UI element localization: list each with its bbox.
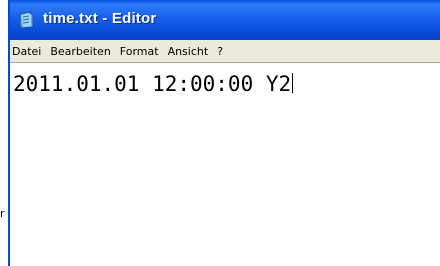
title-bar[interactable]: time.txt - Editor — [10, 0, 440, 40]
notepad-window: time.txt - Editor Datei Bearbeiten Forma… — [8, 0, 440, 266]
menu-item-bearbeiten[interactable]: Bearbeiten — [45, 45, 114, 58]
menu-bar: Datei Bearbeiten Format Ansicht ? — [10, 40, 440, 62]
notepad-icon — [18, 11, 35, 29]
text-editor-area[interactable]: 2011.01.01 12:00:00 Y2 — [10, 62, 440, 266]
screen: r time.txt - Editor Datei Bearbeiten For… — [0, 0, 440, 266]
menu-item-ansicht[interactable]: Ansicht — [163, 45, 213, 58]
window-title: time.txt - Editor — [43, 10, 157, 27]
menu-item-format[interactable]: Format — [115, 45, 163, 58]
background-text-fragment: r — [0, 207, 5, 220]
editor-content: 2011.01.01 12:00:00 Y2 — [13, 72, 292, 96]
menu-item-datei[interactable]: Datei — [10, 45, 45, 58]
editor-line: 2011.01.01 12:00:00 Y2 — [13, 72, 294, 96]
text-caret — [292, 73, 294, 93]
menu-item-help[interactable]: ? — [212, 45, 227, 58]
